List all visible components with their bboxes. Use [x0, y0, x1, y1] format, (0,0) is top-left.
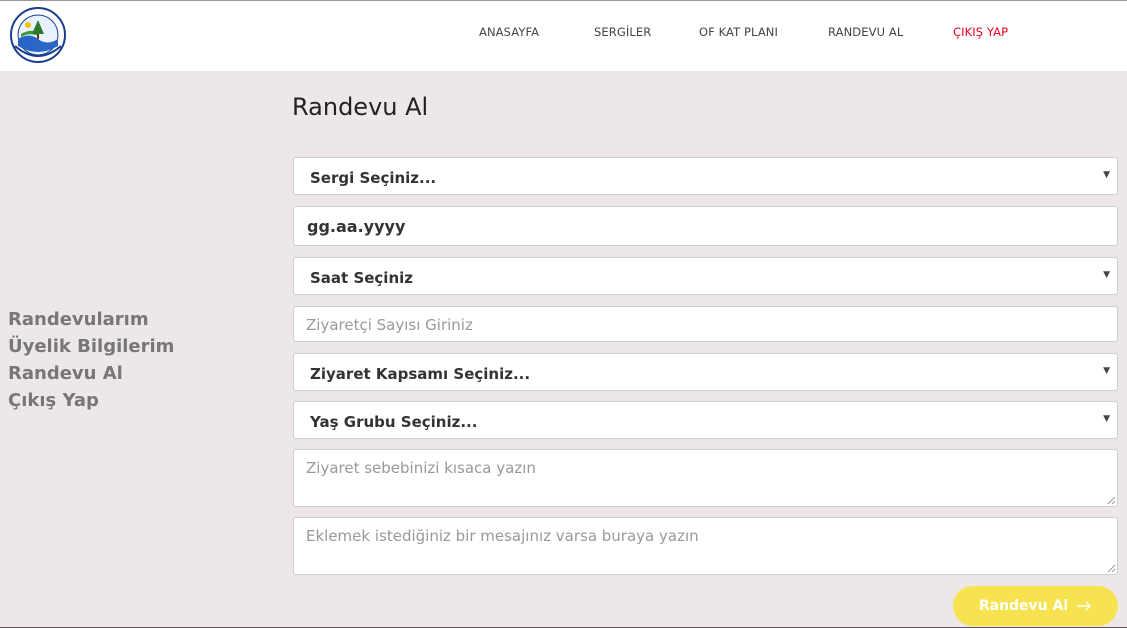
nav-item-appointment[interactable]: RANDEVU AL	[828, 25, 903, 39]
date-input-value: gg.aa.yyyy	[307, 217, 406, 236]
visit-scope-select-value: Ziyaret Kapsamı Seçiniz...	[310, 365, 531, 383]
caret-down-icon: ▼	[1103, 270, 1110, 280]
sidebar-item-logout[interactable]: Çıkış Yap	[8, 387, 174, 414]
time-select[interactable]: Saat Seçiniz ▼	[293, 257, 1118, 295]
nav-item-exhibitions[interactable]: SERGİLER	[594, 25, 651, 39]
exhibition-select[interactable]: Sergi Seçiniz... ▼	[293, 157, 1118, 195]
visit-reason-placeholder: Ziyaret sebebinizi kısaca yazın	[306, 459, 536, 477]
age-group-select[interactable]: Yaş Grubu Seçiniz... ▼	[293, 401, 1118, 439]
visit-reason-textarea[interactable]: Ziyaret sebebinizi kısaca yazın	[293, 449, 1118, 507]
page-title: Randevu Al	[292, 93, 429, 121]
visit-scope-select[interactable]: Ziyaret Kapsamı Seçiniz... ▼	[293, 353, 1118, 391]
sidebar-menu: Randevularım Üyelik Bilgilerim Randevu A…	[8, 306, 174, 414]
caret-down-icon: ▼	[1103, 414, 1110, 424]
time-select-value: Saat Seçiniz	[310, 269, 414, 287]
visitor-count-placeholder: Ziyaretçi Sayısı Giriniz	[306, 316, 473, 334]
age-group-select-value: Yaş Grubu Seçiniz...	[310, 413, 478, 431]
nav-item-home[interactable]: ANASAYFA	[479, 25, 539, 39]
sidebar-item-my-appointments[interactable]: Randevularım	[8, 306, 174, 333]
caret-down-icon: ▼	[1103, 170, 1110, 180]
date-input[interactable]: gg.aa.yyyy	[293, 206, 1118, 246]
top-navbar: ANASAYFA SERGİLER OF KAT PLANI RANDEVU A…	[0, 0, 1127, 71]
message-textarea[interactable]: Eklemek istediğiniz bir mesajınız varsa …	[293, 517, 1118, 575]
sidebar-item-book-appointment[interactable]: Randevu Al	[8, 360, 174, 387]
caret-down-icon: ▼	[1103, 366, 1110, 376]
visitor-count-input[interactable]: Ziyaretçi Sayısı Giriniz	[293, 306, 1118, 342]
resize-handle-icon[interactable]	[1107, 564, 1116, 573]
arrow-right-icon	[1077, 601, 1092, 611]
nav-item-floor-plan[interactable]: OF KAT PLANI	[699, 25, 778, 39]
main-nav: ANASAYFA SERGİLER OF KAT PLANI RANDEVU A…	[0, 25, 1127, 43]
resize-handle-icon[interactable]	[1107, 496, 1116, 505]
nav-item-logout[interactable]: ÇIKIŞ YAP	[953, 25, 1008, 39]
submit-button-label: Randevu Al	[978, 598, 1069, 614]
exhibition-select-value: Sergi Seçiniz...	[310, 169, 437, 187]
message-placeholder: Eklemek istediğiniz bir mesajınız varsa …	[306, 527, 699, 545]
submit-appointment-button[interactable]: Randevu Al	[953, 586, 1118, 626]
sidebar-item-membership-info[interactable]: Üyelik Bilgilerim	[8, 333, 174, 360]
